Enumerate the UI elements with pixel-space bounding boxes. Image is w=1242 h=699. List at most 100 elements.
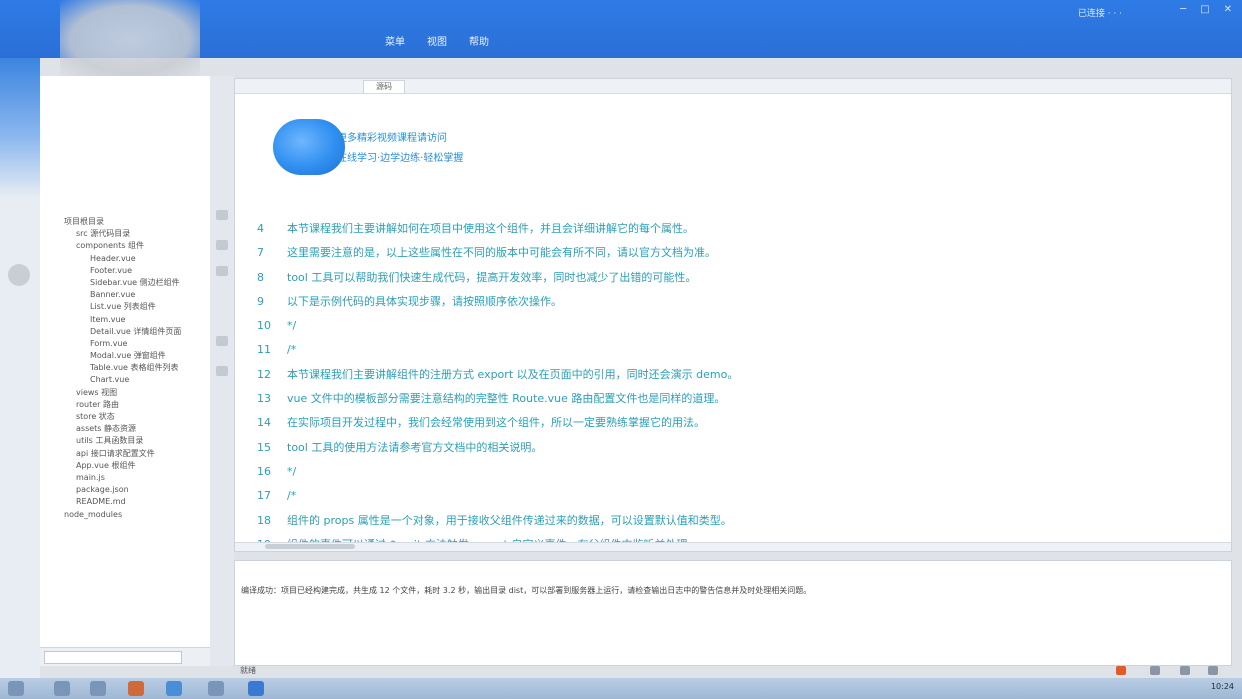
status-text: 就绪 [240, 666, 256, 675]
tree-node[interactable]: package.json [64, 484, 210, 496]
tree-node[interactable]: Header.vue [64, 253, 210, 265]
taskbar-app-icon[interactable] [54, 681, 70, 696]
tree-node[interactable]: node_modules [64, 509, 210, 521]
taskbar-app-icon[interactable] [208, 681, 224, 696]
left-decoration [0, 58, 40, 678]
line-number: 12 [257, 367, 271, 381]
tree-filter-input[interactable] [44, 651, 182, 664]
code-text: /* [287, 489, 297, 503]
line-number: 17 [257, 489, 271, 503]
tray-alert-icon[interactable] [1116, 666, 1126, 675]
line-number: 4 [257, 222, 264, 235]
line-number: 14 [257, 416, 271, 430]
code-text: 在实际项目开发过程中，我们会经常使用到这个组件，所以一定要熟练掌握它的用法。 [287, 416, 705, 430]
tree-node[interactable]: src 源代码目录 [64, 228, 210, 240]
banner-line-1: 更多精彩视频课程请访问 [337, 133, 447, 144]
tray-icon[interactable] [1150, 666, 1160, 675]
tree-node[interactable]: components 组件 [64, 240, 210, 252]
code-text: */ [287, 464, 297, 478]
taskbar-app-icon[interactable] [166, 681, 182, 696]
logo-icon [273, 119, 345, 175]
overlay-shape [60, 0, 200, 80]
toolbar-icon[interactable] [216, 336, 228, 346]
code-text: 本节课程我们主要讲解组件的注册方式 export 以及在页面中的引用，同时还会演… [287, 367, 739, 381]
line-number: 9 [257, 294, 264, 308]
menu-item-1[interactable]: 菜单 [385, 33, 405, 48]
tree-node[interactable]: Form.vue [64, 338, 210, 350]
menu-item-3[interactable]: 帮助 [469, 33, 489, 48]
code-line: 17 /* [257, 484, 1227, 508]
editor-tab[interactable]: 源码 [363, 80, 405, 93]
code-text: tool 工具可以帮助我们快速生成代码，提高开发效率，同时也减少了出错的可能性。 [287, 270, 697, 284]
tray-icon[interactable] [1208, 666, 1218, 675]
tree-node[interactable]: Item.vue [64, 314, 210, 326]
horizontal-scrollbar[interactable] [235, 542, 1231, 551]
code-line: 18 组件的 props 属性是一个对象，用于接收父组件传递过来的数据，可以设置默… [257, 509, 1227, 533]
editor-tabs: 源码 [235, 79, 1231, 94]
line-number: 13 [257, 392, 271, 406]
scrollbar-thumb[interactable] [265, 544, 355, 549]
toolbar-icon[interactable] [216, 240, 228, 250]
code-text: tool 工具的使用方法请参考官方文档中的相关说明。 [287, 440, 543, 454]
line-number: 10 [257, 319, 271, 333]
taskbar-clock: 10:24 [1210, 682, 1234, 691]
start-icon[interactable] [8, 681, 24, 696]
code-text: /* [287, 343, 297, 357]
taskbar-app-icon[interactable] [128, 681, 144, 696]
code-line: 7 这里需要注意的是，以上这些属性在不同的版本中可能会有所不同，请以官方文档为准。 [257, 241, 1227, 265]
code-line: 11 /* [257, 338, 1227, 362]
window-controls: ─ □ ✕ [1180, 4, 1232, 15]
tree-node[interactable]: Footer.vue [64, 265, 210, 277]
tree-node[interactable]: Table.vue 表格组件列表 [64, 362, 210, 374]
user-icon[interactable] [8, 264, 30, 286]
tree-node[interactable]: App.vue 根组件 [64, 460, 210, 472]
tree-node[interactable]: router 路由 [64, 399, 210, 411]
tree-node[interactable]: Modal.vue 弹窗组件 [64, 350, 210, 362]
tree-node[interactable]: utils 工具函数目录 [64, 435, 210, 447]
tree-node[interactable]: Detail.vue 详情组件页面 [64, 326, 210, 338]
tree-node[interactable]: views 视图 [64, 387, 210, 399]
line-number: 15 [257, 440, 271, 454]
code-text: 组件的 props 属性是一个对象，用于接收父组件传递过来的数据，可以设置默认值… [287, 513, 732, 527]
output-panel: 编译成功：项目已经构建完成，共生成 12 个文件，耗时 3.2 秒，输出目录 d… [234, 560, 1232, 666]
toolbar-icon[interactable] [216, 210, 228, 220]
code-line: 15 tool 工具的使用方法请参考官方文档中的相关说明。 [257, 436, 1227, 460]
course-banner: 更多精彩视频课程请访问 在线学习·边学边练·轻松掌握 [273, 119, 553, 179]
line-number: 11 [257, 343, 271, 357]
vertical-toolbar [210, 76, 234, 666]
minimize-icon[interactable]: ─ [1180, 4, 1186, 15]
tree-node[interactable]: List.vue 列表组件 [64, 301, 210, 313]
tree-node[interactable]: assets 静态资源 [64, 423, 210, 435]
tray-icon[interactable] [1180, 666, 1190, 675]
code-line: 13 vue 文件中的模板部分需要注意结构的完整性 Route.vue 路由配置文… [257, 387, 1227, 411]
taskbar-app-icon[interactable] [90, 681, 106, 696]
code-line: 10 */ [257, 314, 1227, 338]
taskbar-app-icon[interactable] [248, 681, 264, 696]
line-number: 16 [257, 464, 271, 478]
menu-item-2[interactable]: 视图 [427, 33, 447, 48]
tree-node[interactable]: 项目根目录 [64, 216, 210, 228]
output-message: 编译成功：项目已经构建完成，共生成 12 个文件，耗时 3.2 秒，输出目录 d… [241, 586, 812, 595]
tree-node[interactable]: Chart.vue [64, 374, 210, 386]
banner-line-2: 在线学习·边学边练·轻松掌握 [337, 153, 464, 164]
tree-node[interactable]: Banner.vue [64, 289, 210, 301]
tree-node[interactable]: api 接口请求配置文件 [64, 448, 210, 460]
tree-node[interactable]: README.md [64, 496, 210, 508]
code-text: 这里需要注意的是，以上这些属性在不同的版本中可能会有所不同，请以官方文档为准。 [287, 246, 716, 260]
code-editor[interactable]: 源码 更多精彩视频课程请访问 在线学习·边学边练·轻松掌握 4 本节课程我们主要讲… [234, 78, 1232, 552]
code-lines: 4 本节课程我们主要讲解如何在项目中使用这个组件，并且会详细讲解它的每个属性。 7 这… [257, 217, 1227, 557]
toolbar-icon[interactable] [216, 266, 228, 276]
maximize-icon[interactable]: □ [1200, 4, 1209, 15]
toolbar-icon[interactable] [216, 366, 228, 376]
tree-node[interactable]: store 状态 [64, 411, 210, 423]
code-line: 14 在实际项目开发过程中，我们会经常使用到这个组件，所以一定要熟练掌握它的用法。 [257, 411, 1227, 435]
code-line: 4 本节课程我们主要讲解如何在项目中使用这个组件，并且会详细讲解它的每个属性。 [257, 217, 1227, 241]
project-tree: 项目根目录 src 源代码目录 components 组件 Header.vue Foo… [64, 216, 210, 521]
tree-node[interactable]: main.js [64, 472, 210, 484]
code-line: 8 tool 工具可以帮助我们快速生成代码，提高开发效率，同时也减少了出错的可能性… [257, 266, 1227, 290]
connection-status: 已连接 · · · [1077, 9, 1122, 19]
code-text: 以下是示例代码的具体实现步骤，请按照顺序依次操作。 [287, 294, 562, 308]
close-icon[interactable]: ✕ [1224, 4, 1232, 15]
tree-node[interactable]: Sidebar.vue 侧边栏组件 [64, 277, 210, 289]
project-tree-panel: 项目根目录 src 源代码目录 components 组件 Header.vue Foo… [40, 76, 211, 666]
